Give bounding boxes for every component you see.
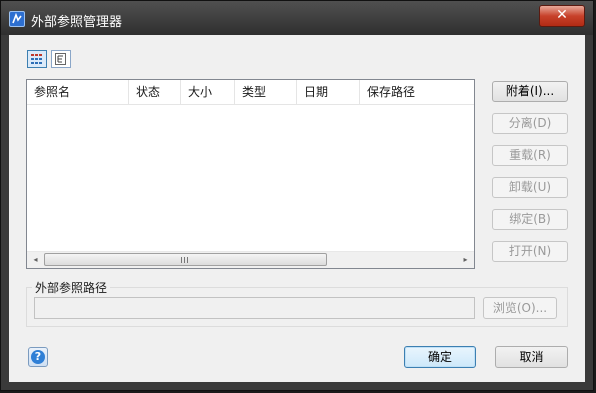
list-view-icon[interactable] (27, 50, 47, 68)
help-icon: ? (31, 350, 45, 364)
column-header-saved-path[interactable]: 保存路径 (360, 80, 474, 104)
list-header: 参照名 状态 大小 类型 日期 保存路径 (27, 80, 474, 105)
scrollbar-thumb[interactable] (44, 253, 327, 266)
scroll-left-icon[interactable]: ◂ (27, 252, 44, 268)
grip-icon (181, 257, 188, 263)
ok-button[interactable]: 确定 (404, 346, 476, 368)
reload-button[interactable]: 重载(R) (492, 145, 568, 166)
cancel-button[interactable]: 取消 (495, 346, 568, 368)
xref-list[interactable]: 参照名 状态 大小 类型 日期 保存路径 ◂ ▸ (26, 79, 475, 269)
attach-button[interactable]: 附着(I)... (492, 81, 568, 102)
help-button[interactable]: ? (28, 347, 48, 367)
close-button[interactable]: ✕ (539, 5, 585, 27)
xref-manager-dialog: 外部参照管理器 ✕ 参照名 状态 大小 类型 日期 保存路径 ◂ ▸ 附着(I)… (0, 0, 594, 391)
horizontal-scrollbar[interactable]: ◂ ▸ (27, 251, 474, 268)
tree-view-icon[interactable] (51, 50, 71, 68)
detach-button[interactable]: 分离(D) (492, 113, 568, 134)
column-header-size[interactable]: 大小 (181, 80, 235, 104)
column-header-name[interactable]: 参照名 (27, 80, 129, 104)
title-bar: 外部参照管理器 ✕ (1, 1, 593, 35)
open-button[interactable]: 打开(N) (492, 241, 568, 262)
dialog-client-area: 参照名 状态 大小 类型 日期 保存路径 ◂ ▸ 附着(I)... 分离(D) … (9, 35, 585, 382)
column-header-status[interactable]: 状态 (129, 80, 181, 104)
xref-path-label: 外部参照路径 (32, 279, 111, 296)
unload-button[interactable]: 卸载(U) (492, 177, 568, 198)
browse-button[interactable]: 浏览(O)... (483, 297, 557, 319)
xref-path-field[interactable] (34, 297, 475, 319)
app-icon (9, 11, 25, 27)
bind-button[interactable]: 绑定(B) (492, 209, 568, 230)
scroll-right-icon[interactable]: ▸ (457, 252, 474, 268)
column-header-type[interactable]: 类型 (235, 80, 297, 104)
column-header-date[interactable]: 日期 (297, 80, 360, 104)
window-title: 外部参照管理器 (31, 15, 123, 30)
